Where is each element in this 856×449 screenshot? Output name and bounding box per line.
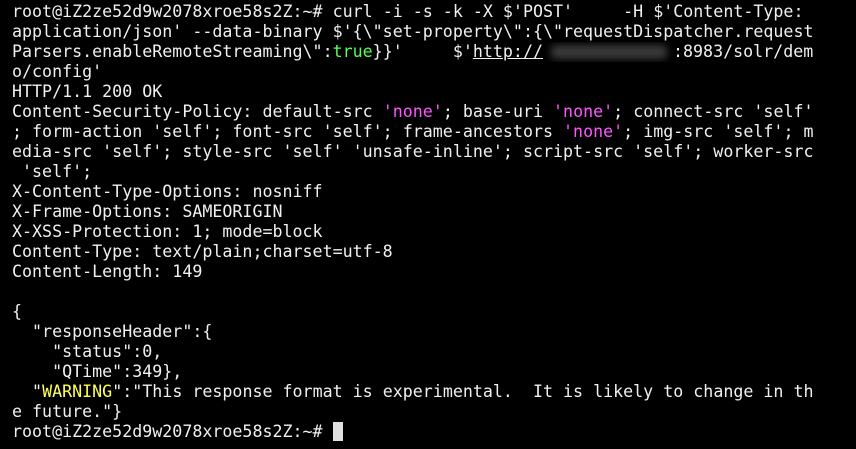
command-line-2: application/json' --data-binary $'{\"set…: [12, 22, 856, 42]
json-status: "status":0,: [12, 342, 163, 361]
boolean-true: true: [332, 42, 373, 61]
csp-none: 'none': [563, 122, 624, 141]
command-text: curl -i -s -k -X $'POST' -H $'Content-Ty…: [322, 2, 804, 21]
terminal-window[interactable]: root@iZ2ze52d9w2078xroe58s2Z:~# curl -i …: [12, 2, 856, 449]
redacted-host: [543, 42, 673, 62]
csp-text: ; base-uri: [442, 102, 554, 121]
header-content-length: Content-Length: 149: [12, 262, 203, 281]
command-text: Parsers.enableRemoteStreaming\":: [12, 42, 333, 61]
csp-text: ; form-action 'self'; font-src 'self'; f…: [12, 122, 564, 141]
command-line-3: Parsers.enableRemoteStreaming\":true}}' …: [12, 42, 856, 62]
header-content-type: Content-Type: text/plain;charset=utf-8: [12, 242, 393, 261]
command-text: }}' $': [372, 42, 473, 61]
shell-prompt: root@iZ2ze52d9w2078xroe58s2Z:~#: [12, 422, 333, 441]
warning-key: WARNING: [42, 382, 113, 401]
header-x-content-type-options: X-Content-Type-Options: nosniff: [12, 182, 323, 201]
command-text: application/json' --data-binary $'{\"set…: [12, 22, 814, 41]
json-qtime: "QTime":349},: [12, 362, 183, 381]
csp-text: ; connect-src 'self': [613, 102, 814, 121]
final-prompt-line[interactable]: root@iZ2ze52d9w2078xroe58s2Z:~#: [12, 422, 856, 442]
csp-header-line-3: edia-src 'self'; style-src 'self' 'unsaf…: [12, 142, 814, 161]
json-text: ":"This response format is experimental.…: [112, 382, 814, 401]
command-text: o/config': [12, 62, 103, 81]
json-warning-line-1: "WARNING":"This response format is exper…: [12, 382, 856, 402]
text-cursor: [332, 422, 343, 441]
csp-text: Content-Security-Policy: default-src: [12, 102, 383, 121]
json-text: ": [12, 382, 43, 401]
command-text: :8983/solr/dem: [673, 42, 814, 61]
json-response-header: "responseHeader":{: [12, 322, 213, 341]
json-open-brace: {: [12, 302, 23, 321]
command-line-1: root@iZ2ze52d9w2078xroe58s2Z:~# curl -i …: [12, 2, 856, 22]
command-line-4: o/config': [12, 62, 856, 82]
header-x-xss-protection: X-XSS-Protection: 1; mode=block: [12, 222, 323, 241]
csp-header-line-2: ; form-action 'self'; font-src 'self'; f…: [12, 122, 856, 142]
csp-text: ; img-src 'self'; m: [623, 122, 814, 141]
csp-header-line-4: 'self';: [12, 162, 93, 181]
csp-none: 'none': [382, 102, 443, 121]
shell-prompt: root@iZ2ze52d9w2078xroe58s2Z:~#: [12, 2, 323, 21]
http-status-line: HTTP/1.1 200 OK: [12, 82, 163, 101]
url-link[interactable]: http://: [473, 42, 543, 61]
csp-header-line-1: Content-Security-Policy: default-src 'no…: [12, 102, 856, 122]
json-warning-line-2: e future."}: [12, 402, 123, 421]
header-x-frame-options: X-Frame-Options: SAMEORIGIN: [12, 202, 283, 221]
csp-none: 'none': [553, 102, 614, 121]
